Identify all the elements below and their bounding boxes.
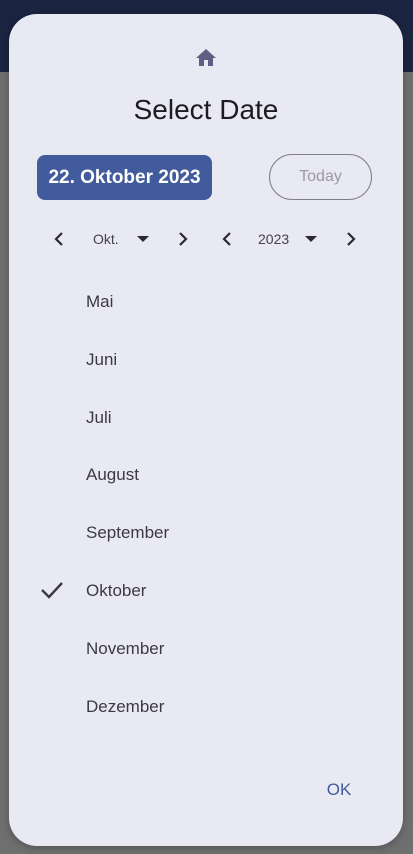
month-item[interactable]: Dezember <box>9 679 403 737</box>
month-label: Oktober <box>86 580 147 600</box>
month-item[interactable]: Juli <box>9 390 403 448</box>
ok-button[interactable]: OK <box>319 778 359 802</box>
today-button[interactable]: Today <box>269 154 372 200</box>
month-label: Juni <box>86 349 118 369</box>
next-month-icon[interactable] <box>175 230 191 248</box>
month-label: September <box>86 523 170 543</box>
year-dropdown-icon[interactable] <box>304 234 318 244</box>
month-label: August <box>86 465 139 485</box>
home-icon <box>196 49 216 66</box>
month-label: November <box>86 638 165 658</box>
month-dropdown-icon[interactable] <box>136 234 150 244</box>
month-item[interactable]: September <box>9 505 403 563</box>
month-item[interactable]: Juni <box>9 332 403 390</box>
month-label: Dezember <box>86 696 165 716</box>
month-list: Mai Juni Juli August September Oktober N… <box>9 274 403 736</box>
year-dropdown-label[interactable]: 2023 <box>258 231 289 247</box>
next-year-icon[interactable] <box>343 230 359 248</box>
selected-date-chip[interactable]: 22. Oktober 2023 <box>37 155 212 200</box>
month-item[interactable]: August <box>9 447 403 505</box>
date-picker-dialog: Select Date 22. Oktober 2023 Today Okt. … <box>9 14 403 846</box>
previous-year-icon[interactable] <box>219 230 235 248</box>
month-item[interactable]: November <box>9 621 403 679</box>
month-label: Mai <box>86 292 114 311</box>
previous-month-icon[interactable] <box>51 230 67 248</box>
month-item-selected[interactable]: Oktober <box>9 563 403 621</box>
check-icon <box>41 582 63 599</box>
month-dropdown-label[interactable]: Okt. <box>93 231 119 247</box>
dialog-title: Select Date <box>133 94 279 125</box>
month-item[interactable]: Mai <box>9 274 403 332</box>
month-label: Juli <box>86 407 112 427</box>
